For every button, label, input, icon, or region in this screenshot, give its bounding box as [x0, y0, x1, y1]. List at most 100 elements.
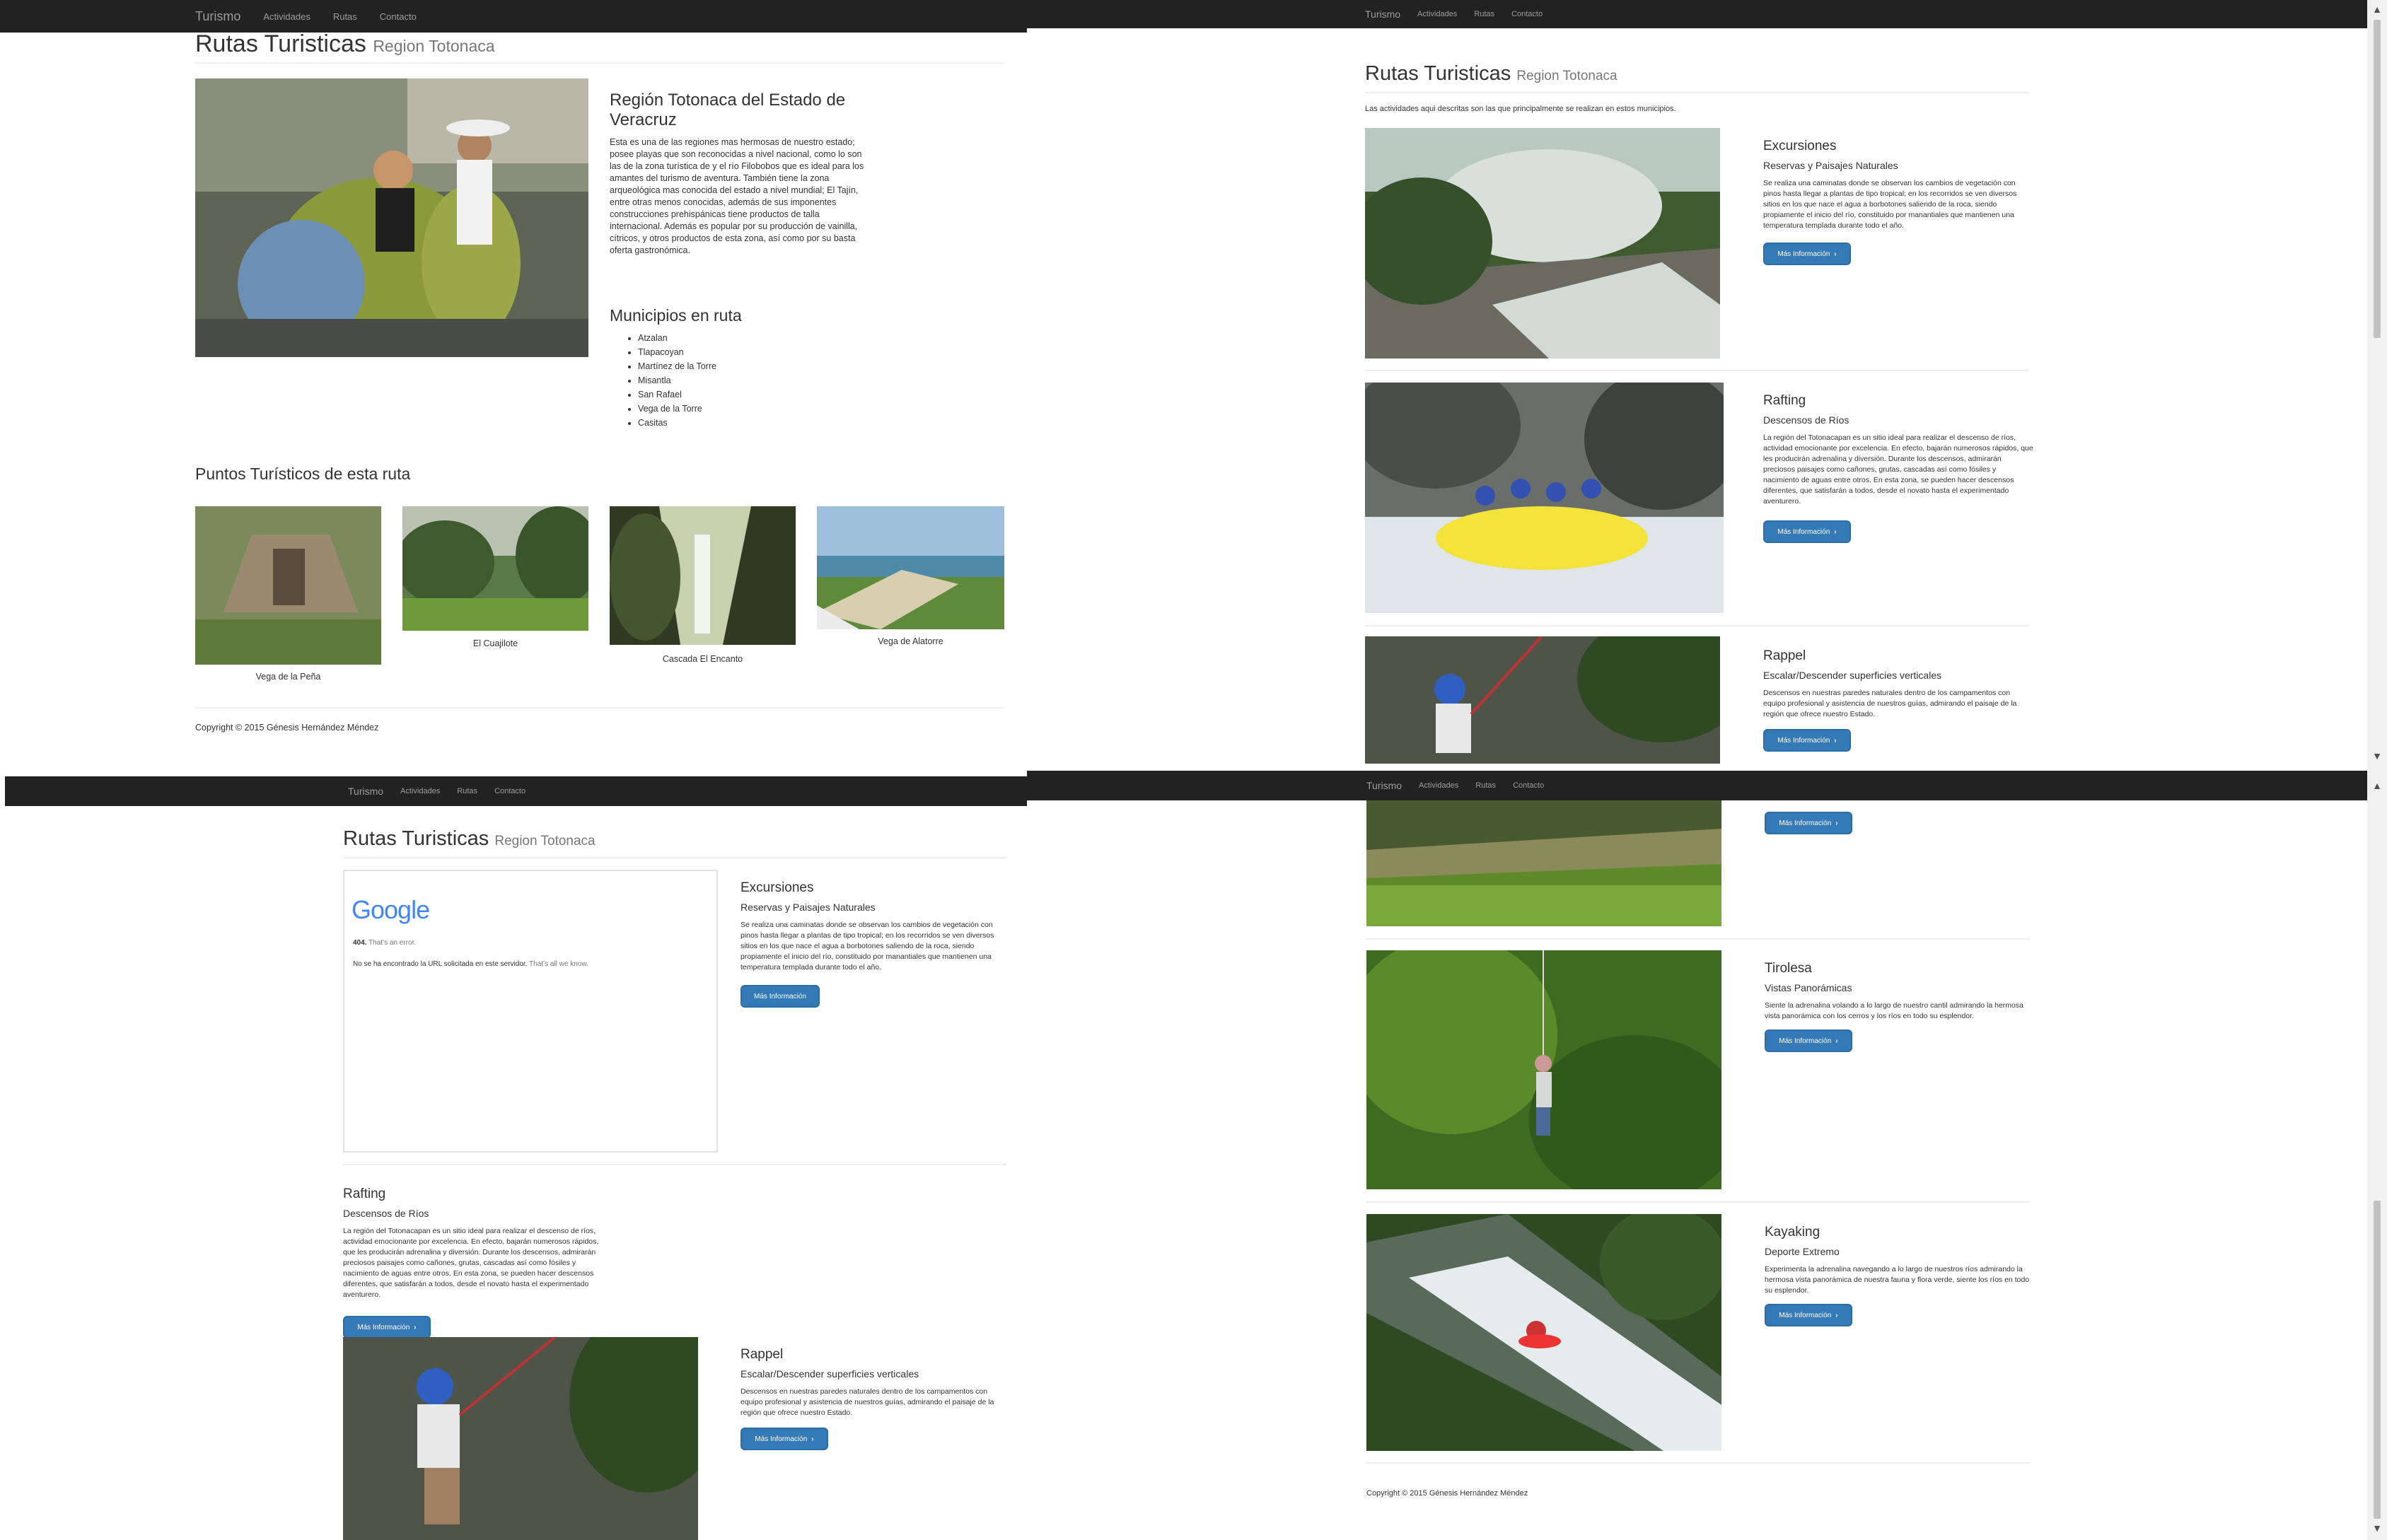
more-info-button[interactable]: Más Información ›: [1765, 812, 1852, 834]
error-message-line: No se ha encontrado la URL solicitada en…: [353, 960, 588, 968]
screenshot-panel-activities-error: Turismo Actividades Rutas Contacto Rutas…: [0, 776, 1027, 1540]
municipios-list: Atzalan Tlapacoyan Martínez de la Torre …: [618, 331, 716, 430]
activity-subtitle: Descensos de Ríos: [343, 1208, 429, 1219]
button-label: Más Información: [755, 1435, 808, 1443]
more-info-button[interactable]: Más Información ›: [741, 1428, 828, 1450]
footer-copyright: Copyright © 2015 Génesis Hernández Ménde…: [195, 723, 379, 733]
list-item: Tlapacoyan: [638, 345, 716, 359]
activity-text: Descensos en nuestras paredes naturales …: [1763, 689, 2017, 718]
activity-text: La región del Totonacapan es un sitio id…: [343, 1227, 599, 1299]
more-info-button[interactable]: Más Información ›: [1763, 520, 1851, 543]
nav-item-contacto[interactable]: Contacto: [494, 787, 525, 795]
intro-text: Las actividades aqui descritas son las q…: [1365, 105, 1676, 113]
scroll-down-arrow-icon[interactable]: ▼: [2367, 747, 2387, 765]
nav-brand[interactable]: Turismo: [348, 786, 383, 797]
activity-image-rafting: [1365, 383, 1724, 613]
nav-item-contacto[interactable]: Contacto: [1513, 781, 1544, 790]
activity-text: Experimenta la adrenalina navegando a lo…: [1765, 1265, 2030, 1295]
page-title: Rutas Turisticas Region Totonaca: [195, 30, 495, 60]
scrollbar[interactable]: ▲ ▼: [2367, 771, 2387, 1540]
nav-item-actividades[interactable]: Actividades: [1419, 781, 1458, 790]
nav-brand[interactable]: Turismo: [1366, 780, 1402, 791]
activity-subtitle: Escalar/Descender superficies verticales: [1763, 670, 1942, 681]
activity-image-rappel: [1365, 636, 1720, 764]
scrollbar[interactable]: ▲ ▼: [2367, 0, 2387, 771]
region-hero-image: [195, 78, 588, 357]
list-item: Casitas: [638, 416, 716, 430]
nav-item-contacto[interactable]: Contacto: [380, 11, 417, 22]
nav-item-rutas[interactable]: Rutas: [457, 787, 477, 795]
activity-text: Descensos en nuestras paredes naturales …: [741, 1387, 994, 1417]
nav-item-actividades[interactable]: Actividades: [400, 787, 440, 795]
chevron-right-icon: ›: [1835, 1311, 1838, 1319]
activity-title: Rafting: [1763, 393, 1806, 408]
activity-image-rappel: [343, 1337, 698, 1540]
chevron-right-icon: ›: [1835, 1037, 1838, 1045]
punto-image-cascada-el-encanto[interactable]: [610, 506, 796, 645]
nav-brand[interactable]: Turismo: [195, 9, 240, 24]
activity-title: Rafting: [343, 1186, 386, 1201]
activity-subtitle: Reservas y Paisajes Naturales: [741, 902, 876, 913]
list-item: Vega de la Torre: [638, 402, 716, 416]
scroll-up-arrow-icon[interactable]: ▲: [2367, 776, 2387, 795]
activity-title: Rappel: [741, 1347, 784, 1362]
municipios-heading: Municipios en ruta: [610, 306, 742, 325]
chevron-right-icon: ›: [1834, 736, 1837, 745]
more-info-button[interactable]: Más Información ›: [343, 1316, 431, 1338]
activity-text: La región del Totonacapan es un sitio id…: [1763, 433, 2033, 506]
more-info-button[interactable]: Más Información ›: [1765, 1029, 1852, 1052]
scrollbar-thumb[interactable]: [2374, 1201, 2381, 1519]
chevron-right-icon: ›: [414, 1323, 417, 1331]
page-subtitle: Region Totonaca: [1516, 69, 1618, 83]
error-code-note: That’s an error.: [368, 939, 417, 947]
list-item: San Rafael: [638, 387, 716, 402]
nav-item-actividades[interactable]: Actividades: [1417, 10, 1457, 18]
button-label: Más Información: [357, 1323, 410, 1331]
more-info-button[interactable]: Más Información: [741, 985, 820, 1008]
activity-subtitle: Deporte Extremo: [1765, 1246, 1840, 1257]
chevron-right-icon: ›: [1835, 819, 1838, 827]
punto-image-el-cuajilote[interactable]: [402, 506, 588, 631]
error-message-note: That’s all we know.: [529, 960, 588, 968]
error-message: No se ha encontrado la URL solicitada en…: [353, 960, 528, 968]
google-logo: Google: [352, 895, 430, 924]
button-label: Más Información: [1779, 1311, 1832, 1319]
button-label: Más Información: [1777, 250, 1830, 258]
nav-item-contacto[interactable]: Contacto: [1511, 10, 1543, 18]
scroll-down-arrow-icon[interactable]: ▼: [2367, 1519, 2387, 1537]
nav-item-rutas[interactable]: Rutas: [1475, 781, 1496, 790]
scrollbar-thumb[interactable]: [2374, 20, 2381, 338]
page-title-text: Rutas Turisticas: [343, 827, 489, 850]
activity-title: Excursiones: [1763, 139, 1837, 153]
page-title-text: Rutas Turisticas: [195, 30, 366, 57]
activity-image-excursiones: [1365, 128, 1720, 358]
button-label: Más Información: [1779, 1037, 1832, 1045]
scroll-up-arrow-icon[interactable]: ▲: [2367, 0, 2387, 18]
page-title-text: Rutas Turisticas: [1365, 62, 1511, 85]
button-label: Más Información: [1777, 527, 1830, 536]
punto-image-vega-de-la-pena[interactable]: [195, 506, 381, 665]
punto-image-vega-de-alatorre[interactable]: [817, 506, 1004, 629]
nav-item-rutas[interactable]: Rutas: [333, 11, 357, 22]
nav-item-actividades[interactable]: Actividades: [263, 11, 310, 22]
more-info-button[interactable]: Más Información ›: [1763, 243, 1851, 265]
screenshot-panel-route: Turismo Actividades Rutas Contacto Rutas…: [0, 0, 1027, 776]
navbar: Turismo Actividades Rutas Contacto: [1027, 771, 2367, 800]
chevron-right-icon: ›: [1834, 527, 1837, 536]
error-code-line: 404. That’s an error.: [353, 939, 416, 947]
button-label: Más Información: [754, 992, 806, 1001]
nav-item-rutas[interactable]: Rutas: [1474, 10, 1494, 18]
activity-title: Tirolesa: [1765, 961, 1812, 976]
more-info-button[interactable]: Más Información ›: [1763, 729, 1851, 752]
more-info-button[interactable]: Más Información ›: [1765, 1304, 1852, 1326]
broken-image-frame: Google 404. That’s an error. No se ha en…: [343, 870, 718, 1153]
activity-subtitle: Reservas y Paisajes Naturales: [1763, 160, 1898, 171]
punto-caption: Cascada El Encanto: [662, 654, 743, 664]
punto-caption: El Cuajilote: [472, 638, 518, 648]
nav-brand[interactable]: Turismo: [1365, 8, 1400, 20]
footer-copyright: Copyright © 2015 Génesis Hernández Ménde…: [1366, 1489, 1528, 1498]
error-code: 404.: [353, 939, 367, 947]
activity-text: Siente la adrenalina volando a lo largo …: [1765, 1001, 2023, 1020]
list-item: Atzalan: [638, 331, 716, 345]
screenshot-panel-activities: Turismo Actividades Rutas Contacto Rutas…: [1027, 0, 2387, 771]
